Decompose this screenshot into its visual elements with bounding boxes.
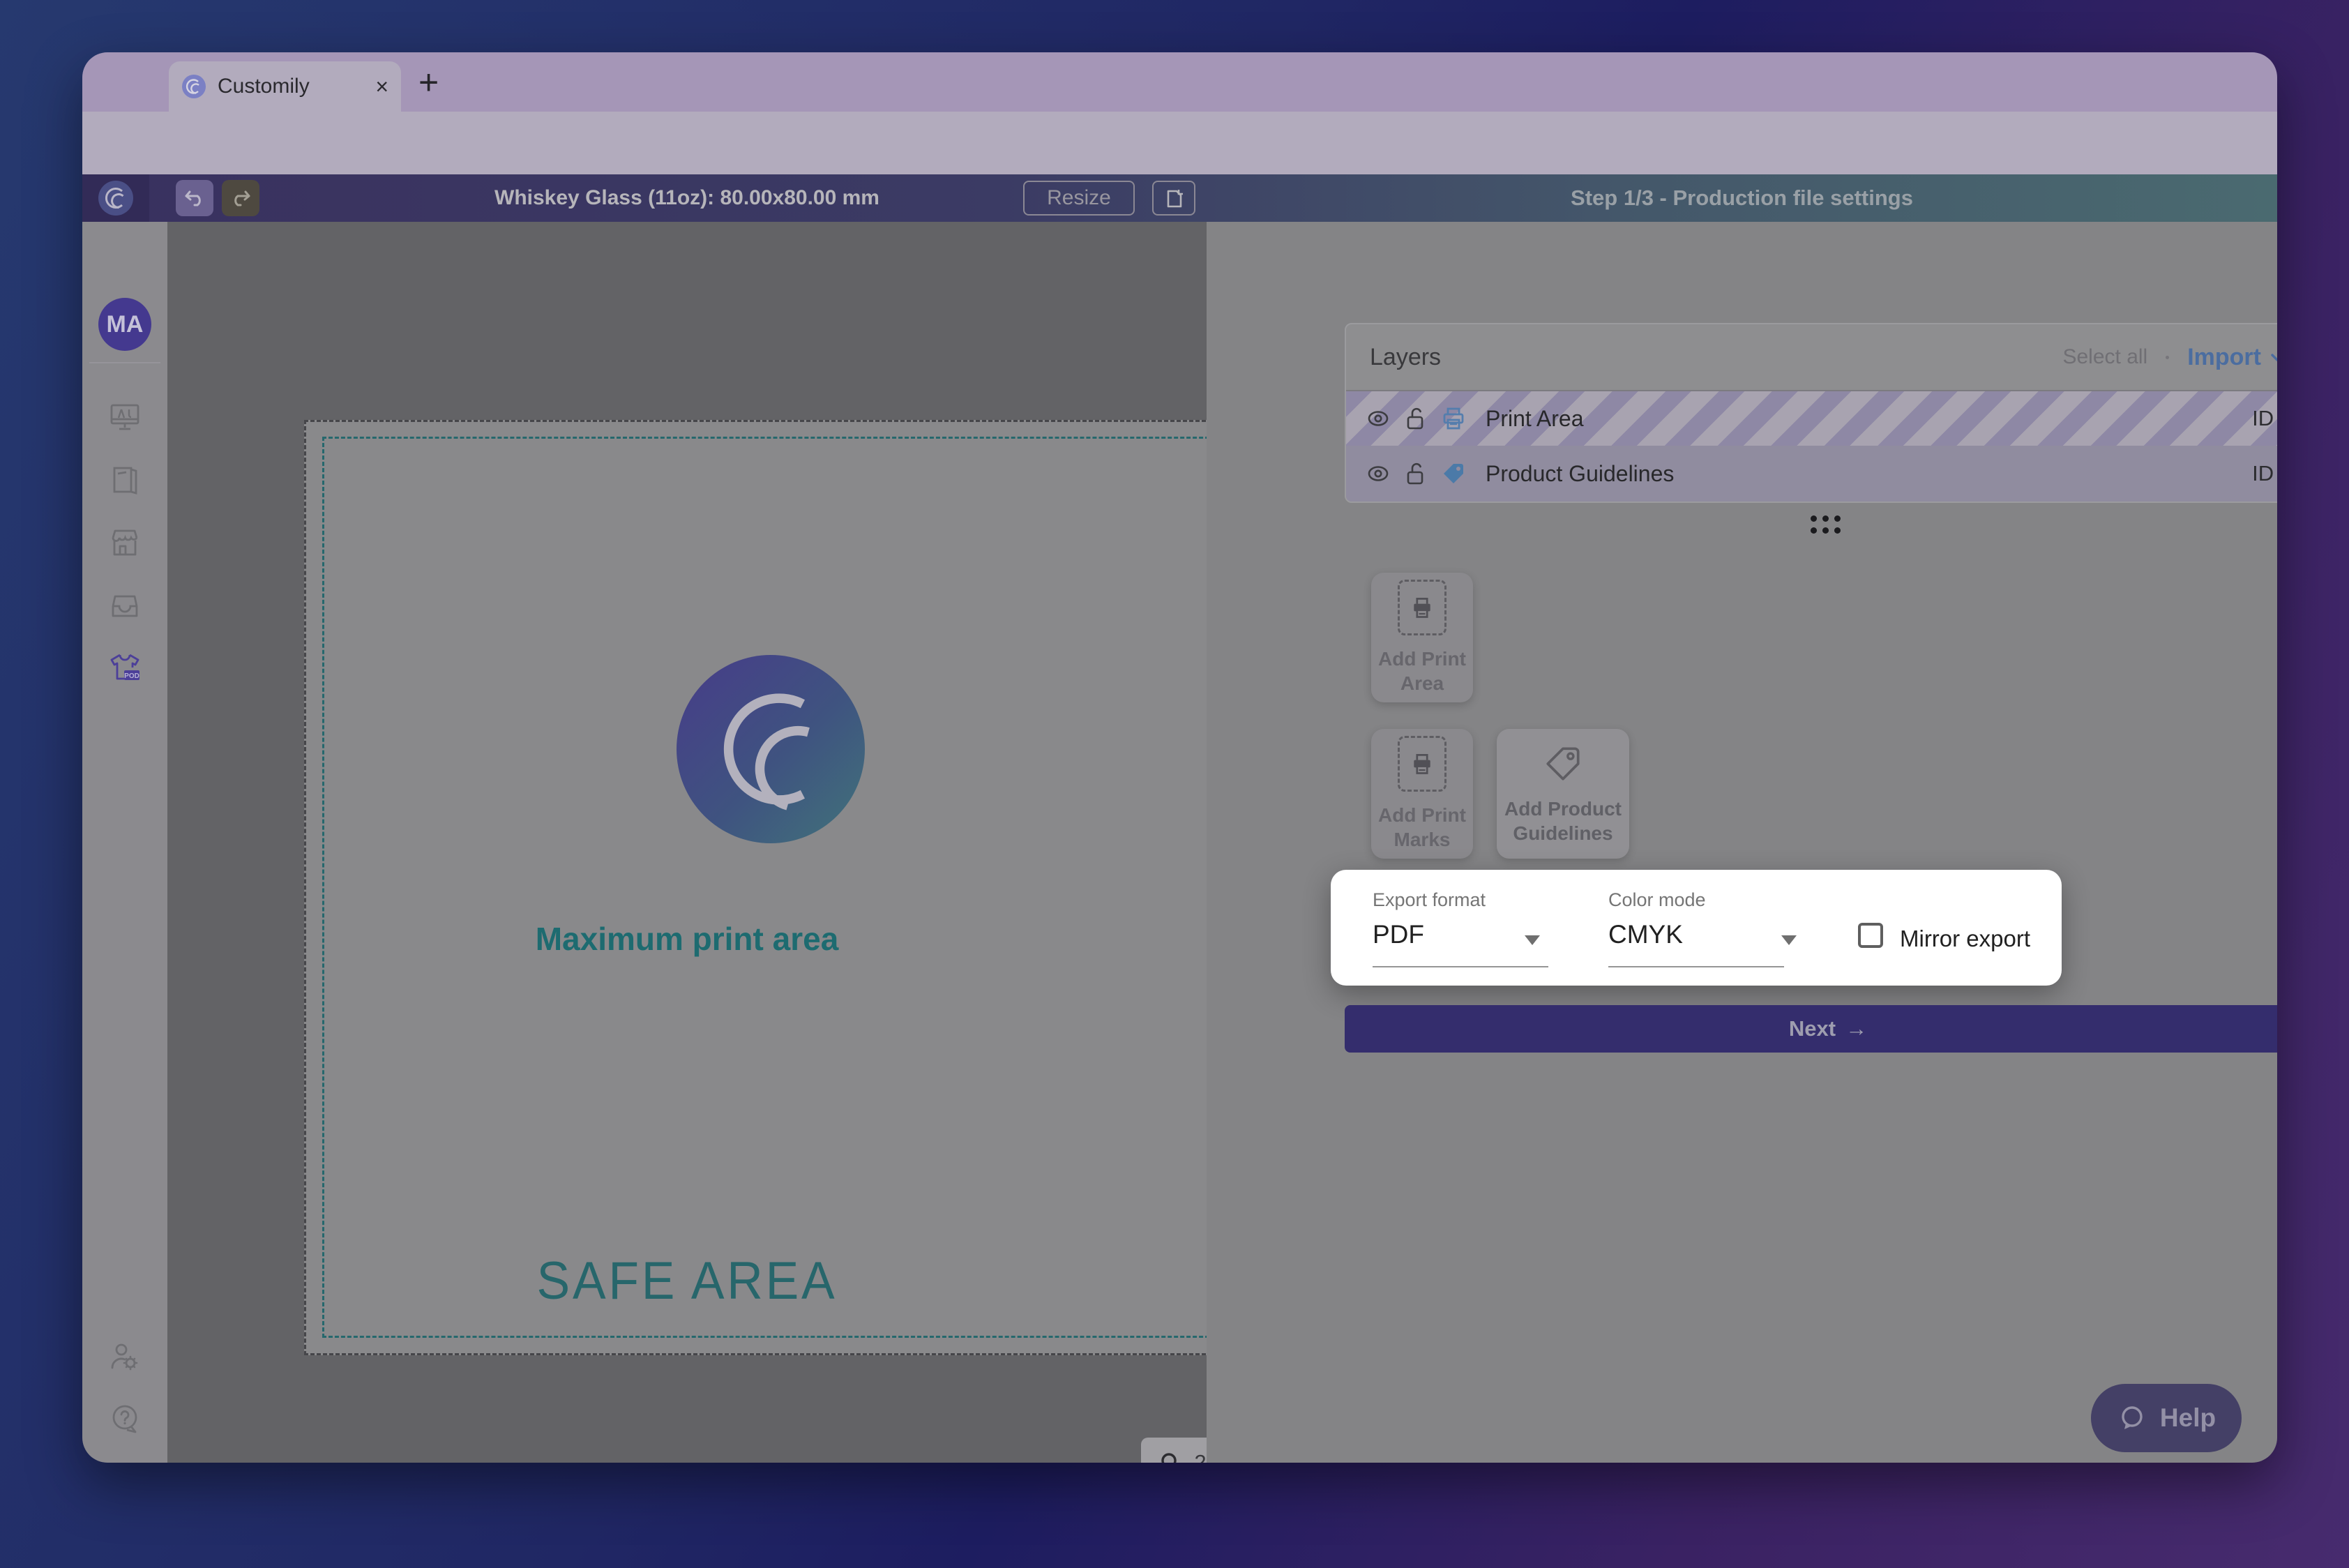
tag-icon: [1440, 460, 1467, 488]
browser-tab[interactable]: Customily ×: [169, 61, 401, 112]
layers-title: Layers: [1370, 344, 1441, 371]
add-product-guidelines-label: Add Product Guidelines: [1504, 797, 1622, 845]
new-tab-button[interactable]: +: [418, 65, 439, 100]
select-underline: [1373, 966, 1548, 967]
sidebar-item-logout[interactable]: [107, 1461, 142, 1463]
sidebar-item-store[interactable]: [107, 525, 142, 560]
tab-close-icon[interactable]: ×: [375, 75, 388, 98]
visibility-eye-icon[interactable]: [1364, 405, 1392, 432]
export-format-label: Export format: [1373, 889, 1486, 911]
add-print-area-label: Add Print Area: [1378, 647, 1466, 695]
max-print-area-label: Maximum print area: [167, 920, 1207, 958]
color-mode-label: Color mode: [1608, 889, 1706, 911]
next-button[interactable]: Next →: [1345, 1005, 2277, 1053]
pod-badge: POD: [124, 672, 139, 680]
sidebar-divider: [89, 362, 160, 363]
help-button[interactable]: Help: [2091, 1384, 2242, 1452]
layer-row-print-area[interactable]: Print Area ID 1: [1346, 390, 2277, 446]
export-format-select[interactable]: PDF: [1373, 920, 1424, 949]
add-print-marks-label: Add Print Marks: [1378, 803, 1466, 852]
dropdown-arrow-icon[interactable]: [1781, 935, 1797, 945]
chat-bubble-icon: [2117, 1403, 2147, 1433]
layer-id: ID 1: [2252, 406, 2277, 431]
sidebar-item-account-settings[interactable]: [107, 1340, 142, 1375]
browser-tab-strip: Customily × +: [82, 52, 2277, 112]
add-print-area-button[interactable]: Add Print Area: [1371, 573, 1473, 702]
browser-toolbar: app.customily.com/createProduct1?forProd…: [82, 112, 2277, 174]
magnifier-icon: [1159, 1451, 1183, 1463]
chevron-down-icon: [2268, 348, 2277, 366]
mirror-export-label: Mirror export: [1900, 926, 2030, 952]
color-mode-select[interactable]: CMYK: [1608, 920, 1683, 949]
duplicate-page-button[interactable]: [1152, 181, 1195, 216]
browser-window: Customily × + app.customily.com/createPr…: [82, 52, 2277, 1463]
step-title: Step 1/3 - Production file settings: [1207, 174, 2277, 222]
dashed-print-icon: [1398, 580, 1447, 635]
resize-button[interactable]: Resize: [1023, 181, 1135, 216]
layers-header: Layers Select all Import: [1346, 324, 2277, 390]
avatar[interactable]: MA: [98, 298, 151, 351]
layer-id: ID 2: [2252, 461, 2277, 486]
header-dot-separator: [2166, 356, 2169, 359]
add-print-marks-button[interactable]: Add Print Marks: [1371, 729, 1473, 859]
sidebar-item-pod-active[interactable]: POD: [107, 651, 142, 686]
select-underline: [1608, 966, 1784, 967]
visibility-eye-icon[interactable]: [1364, 460, 1392, 488]
import-button[interactable]: Import: [2187, 344, 2277, 371]
dashed-print-icon: [1398, 736, 1447, 792]
export-settings-card: Export format PDF Color mode CMYK Mirror…: [1331, 870, 2062, 986]
sidebar-item-inbox[interactable]: [107, 588, 142, 623]
layers-panel: Layers Select all Import: [1345, 323, 2277, 503]
help-label: Help: [2160, 1403, 2216, 1433]
customily-logo-icon: [98, 180, 134, 216]
select-all-button[interactable]: Select all: [2062, 345, 2147, 369]
design-canvas[interactable]: Maximum print area SAFE AREA 221%: [167, 222, 1207, 1463]
page-plus-icon: [1163, 187, 1185, 209]
unlock-icon[interactable]: [1403, 460, 1428, 488]
dropdown-arrow-icon[interactable]: [1525, 935, 1540, 945]
add-product-guidelines-button[interactable]: Add Product Guidelines: [1497, 729, 1629, 859]
mirror-export-checkbox[interactable]: [1858, 923, 1883, 948]
sidebar-item-help[interactable]: [107, 1401, 142, 1436]
sidebar-item-design-studio[interactable]: [107, 400, 142, 435]
safe-area-label: SAFE AREA: [199, 1251, 1176, 1311]
safe-area-boundary: [322, 437, 1222, 1338]
layer-name: Product Guidelines: [1486, 461, 1674, 487]
unlock-icon[interactable]: [1403, 405, 1428, 432]
layer-name: Print Area: [1486, 406, 1584, 432]
printer-icon: [1440, 405, 1467, 432]
sidebar-item-templates[interactable]: [107, 462, 142, 497]
arrow-right-icon: →: [1845, 1016, 1867, 1041]
favicon-customily-icon: [181, 74, 206, 99]
canvas-logo-customily: [677, 655, 865, 843]
left-sidebar: MA POD: [82, 222, 167, 1463]
tag-outline-icon: [1541, 742, 1585, 785]
layer-row-product-guidelines[interactable]: Product Guidelines ID 2: [1346, 446, 2277, 502]
app-logo-box: [82, 174, 149, 222]
drag-handle-dots[interactable]: [1811, 515, 1840, 534]
settings-panel: Layers Select all Import: [1207, 222, 2277, 1463]
tab-title: Customily: [218, 75, 310, 98]
